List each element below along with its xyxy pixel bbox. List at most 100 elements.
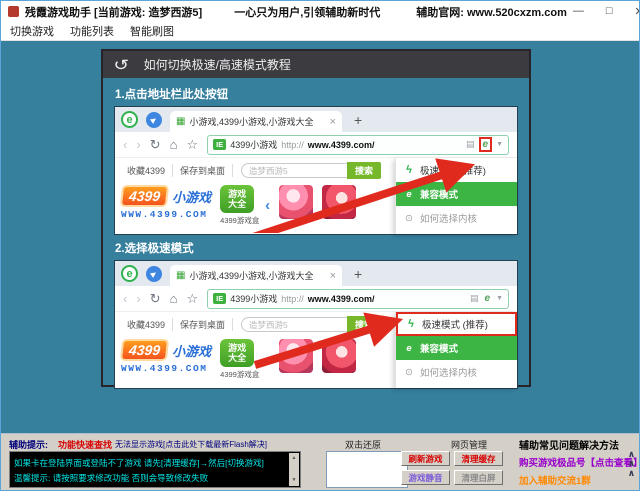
main-area: ↺ 如何切换极速/高速模式教程 1.点击地址栏此处按钮 e ▶ ▦ 小游戏,43… [1, 41, 639, 434]
menu-function-list[interactable]: 功能列表 [70, 23, 114, 39]
menu-item-compat-mode[interactable]: e 兼容模式 [396, 182, 517, 206]
menu-smart-farm[interactable]: 智能刷图 [130, 23, 174, 39]
tab-close-icon[interactable]: × [330, 116, 336, 128]
scroll-down-icon[interactable]: ▼ [292, 476, 297, 485]
game-thumbnail[interactable] [322, 185, 356, 219]
flash-download-link[interactable]: 无法显示游戏[点击此处下载最新Flash解决] [115, 439, 267, 450]
reader-mode-icon[interactable]: ▤ [470, 293, 479, 304]
chevron-down-icon[interactable]: ▼ [496, 295, 503, 302]
kernel-switch-icon[interactable]: e [485, 293, 491, 304]
help-circle-icon: ⊙ [404, 213, 414, 224]
star-icon[interactable]: ☆ [186, 138, 198, 151]
menu-bar: 切换游戏 功能列表 智能刷图 [1, 22, 639, 41]
save-desktop-link[interactable]: 保存到桌面 [173, 318, 233, 331]
fast-mode-label: 极速模式 (推荐) [422, 317, 488, 331]
close-button[interactable]: ✕ [635, 5, 640, 18]
tab-title: 小游戏,4399小游戏,小游戏大全 [189, 115, 313, 128]
menu-item-kernel-help[interactable]: ⊙ 如何选择内核 [396, 360, 517, 384]
search-button[interactable]: 搜索 [347, 162, 381, 179]
refresh-icon[interactable]: ↻ [150, 138, 161, 151]
kernel-switch-icon[interactable]: e [483, 139, 489, 150]
browser-logo-icon: e [121, 265, 138, 282]
game-thumbnail[interactable] [279, 339, 313, 373]
tutorial-title: 如何切换极速/高速模式教程 [144, 56, 291, 73]
notice-scrollbar[interactable]: ▲ ▼ [289, 453, 299, 486]
star-icon[interactable]: ☆ [186, 292, 198, 305]
kernel-switch-box[interactable]: e [483, 293, 493, 304]
save-desktop-link[interactable]: 保存到桌面 [173, 164, 233, 177]
logo-suffix: 小游戏 [172, 341, 211, 360]
browser-tab[interactable]: ▦ 小游戏,4399小游戏,小游戏大全 × [170, 111, 342, 132]
gamebox-line1: 游戏 [228, 343, 246, 353]
tutorial-body: 1.点击地址栏此处按钮 e ▶ ▦ 小游戏,4399小游戏,小游戏大全 × + [103, 78, 529, 388]
maximize-button[interactable]: □ [606, 5, 613, 18]
back-nav-icon[interactable]: ‹ [123, 138, 127, 151]
refresh-icon[interactable]: ↻ [150, 292, 161, 305]
menu-item-fast-mode[interactable]: ϟ 极速模式 (推荐) [396, 158, 517, 182]
home-icon[interactable]: ⌂ [170, 138, 178, 151]
logo-site-url: WWW.4399.COM [121, 209, 211, 220]
buy-account-link[interactable]: 购买游戏极品号【点击查看】 [519, 455, 640, 469]
carousel-prev-icon[interactable]: ‹ [265, 351, 270, 368]
chevron-down-icon[interactable]: ▼ [496, 141, 503, 148]
mute-game-button[interactable]: 游戏静音 [401, 470, 450, 485]
favorite-link[interactable]: 收藏4399 [120, 318, 173, 331]
reader-mode-icon[interactable]: ▤ [466, 139, 475, 150]
menu-item-kernel-help[interactable]: ⊙ 如何选择内核 [396, 206, 517, 230]
compat-mode-label: 兼容模式 [420, 341, 458, 355]
join-group-link[interactable]: 加入辅助交流1群 [519, 473, 591, 487]
back-nav-icon[interactable]: ‹ [123, 292, 127, 305]
carousel-prev-icon[interactable]: ‹ [265, 197, 270, 214]
clear-cache-button[interactable]: 清理缓存 [454, 451, 503, 466]
favorite-link[interactable]: 收藏4399 [120, 164, 173, 177]
search-area: 搜索 [241, 316, 381, 333]
ie-badge: IE [213, 293, 226, 304]
lightning-icon: ϟ [406, 318, 416, 330]
game-thumbnail[interactable] [279, 185, 313, 219]
forward-nav-icon[interactable]: › [136, 138, 140, 151]
e-kernel-icon: e [404, 343, 414, 354]
forward-nav-icon[interactable]: › [136, 292, 140, 305]
gamebox-line1: 游戏 [228, 189, 246, 199]
url-host: www.4399.com/ [308, 140, 375, 150]
gamebox-line2: 大全 [228, 199, 246, 209]
search-input[interactable] [241, 317, 347, 332]
minimize-button[interactable]: — [573, 5, 584, 18]
menu-switch-game[interactable]: 切换游戏 [10, 23, 54, 39]
notice-console: 如果卡在登陆界面或登陆不了游戏 请先[清理缓存]→然后[切换游戏] 温馨提示: … [9, 451, 301, 488]
send-icon: ▶ [146, 266, 162, 282]
address-bar[interactable]: IE 4399小游戏 http:// www.4399.com/ ▤ e ▼ [207, 289, 509, 309]
browser-toolbar: ‹ › ↻ ⌂ ☆ IE 4399小游戏 http:// www.4399.co… [115, 286, 517, 312]
game-thumbnail[interactable] [322, 339, 356, 373]
new-tab-button[interactable]: + [354, 266, 362, 282]
app-icon [8, 6, 19, 17]
clear-white-screen-button[interactable]: 清理白屏 [454, 470, 503, 485]
scroll-up-icon[interactable]: ▲ [292, 454, 297, 463]
send-icon: ▶ [146, 112, 162, 128]
official-site-text: 辅助官网: www.520cxzm.com [416, 4, 567, 20]
gamebox-caption: 4399游戏盒 [220, 215, 256, 226]
menu-item-fast-mode-highlighted[interactable]: ϟ 极速模式 (推荐) [396, 312, 517, 336]
notice-line: 温馨提示: 请按照要求修改功能 否则会导致修改失败 [14, 471, 286, 486]
home-icon[interactable]: ⌂ [170, 292, 178, 305]
restore-area[interactable] [326, 451, 408, 488]
search-area: 搜索 [241, 162, 381, 179]
search-button[interactable]: 搜索 [347, 316, 381, 333]
address-bar[interactable]: IE 4399小游戏 http:// www.4399.com/ ▤ e ▼ [207, 135, 509, 155]
menu-item-compat-mode[interactable]: e 兼容模式 [396, 336, 517, 360]
scroll-up-arrows[interactable]: ∧ ∧ ∧ [628, 450, 635, 478]
quick-find-link[interactable]: 功能快速查找 [58, 438, 112, 451]
url-site-label: 4399小游戏 [230, 292, 277, 305]
tab-close-icon[interactable]: × [330, 270, 336, 282]
site-logo: 4399 小游戏 WWW.4399.COM [121, 339, 211, 374]
logo-4399-badge: 4399 [120, 339, 169, 361]
kernel-dropdown-menu: ϟ 极速模式 (推荐) e 兼容模式 ⊙ 如何选择内核 [395, 158, 517, 234]
kernel-switch-highlight-box[interactable]: e [479, 137, 493, 152]
browser-tab[interactable]: ▦ 小游戏,4399小游戏,小游戏大全 × [170, 265, 342, 286]
search-input[interactable] [241, 163, 347, 178]
back-icon[interactable]: ↺ [113, 56, 129, 74]
refresh-game-button[interactable]: 刷新游戏 [401, 451, 450, 466]
faq-title: 辅助常见问题解决方法 [519, 437, 619, 452]
new-tab-button[interactable]: + [354, 112, 362, 128]
gamebox-logo: 游戏 大全 4399游戏盒 [220, 339, 256, 380]
